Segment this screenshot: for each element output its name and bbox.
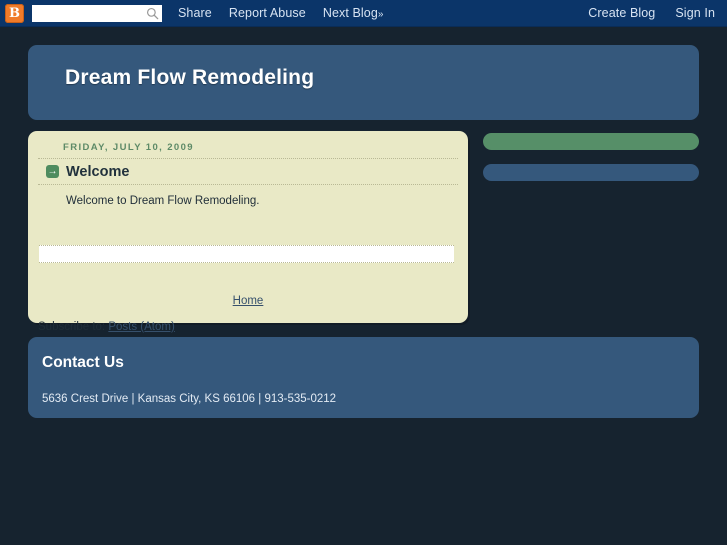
next-blog-label: Next Blog [322, 6, 378, 20]
subscribe-posts-atom-link[interactable]: Posts (Atom) [108, 321, 174, 333]
blog-header: Dream Flow Remodeling [28, 45, 699, 120]
blogger-navbar: B Share Report Abuse Next Blog» Create B… [0, 0, 727, 27]
share-link[interactable]: Share [178, 6, 212, 20]
search-input[interactable] [32, 4, 162, 22]
sidebar-widget-green[interactable] [483, 133, 699, 150]
home-link[interactable]: Home [233, 295, 264, 307]
home-link-row: Home [28, 291, 468, 309]
sidebar-widget-blue[interactable] [483, 164, 699, 181]
create-blog-link[interactable]: Create Blog [588, 6, 655, 20]
footer-title: Contact Us [42, 354, 124, 371]
page-title: Dream Flow Remodeling [65, 66, 315, 89]
navbar-right-links: Create Blog Sign In [588, 6, 715, 20]
next-blog-chevron-icon: » [377, 9, 383, 20]
report-abuse-link[interactable]: Report Abuse [229, 6, 306, 20]
footer-address: 5636 Crest Drive | Kansas City, KS 66106… [42, 393, 337, 405]
blogger-logo-icon[interactable]: B [5, 3, 24, 23]
contact-footer: Contact Us 5636 Crest Drive | Kansas Cit… [28, 337, 699, 418]
subscribe-row: Subscribe to: Posts (Atom) [38, 321, 175, 333]
post-title-row: → Welcome [38, 158, 458, 185]
sidebar [483, 133, 699, 195]
sign-in-link[interactable]: Sign In [675, 6, 715, 20]
page-body: Dream Flow Remodeling FRIDAY, JULY 10, 2… [0, 27, 727, 545]
arrow-right-icon: → [46, 165, 59, 178]
post-body: Welcome to Dream Flow Remodeling. [66, 195, 260, 207]
post-content-placeholder [39, 245, 454, 263]
navbar-left-links: Share Report Abuse Next Blog» [178, 6, 384, 20]
post-panel: FRIDAY, JULY 10, 2009 → Welcome Welcome … [28, 131, 468, 333]
next-blog-link[interactable]: Next Blog» [322, 6, 384, 20]
post-title: Welcome [66, 163, 130, 180]
search-box [32, 4, 162, 22]
subscribe-label: Subscribe to: [38, 321, 106, 333]
post-date: FRIDAY, JULY 10, 2009 [63, 142, 194, 153]
